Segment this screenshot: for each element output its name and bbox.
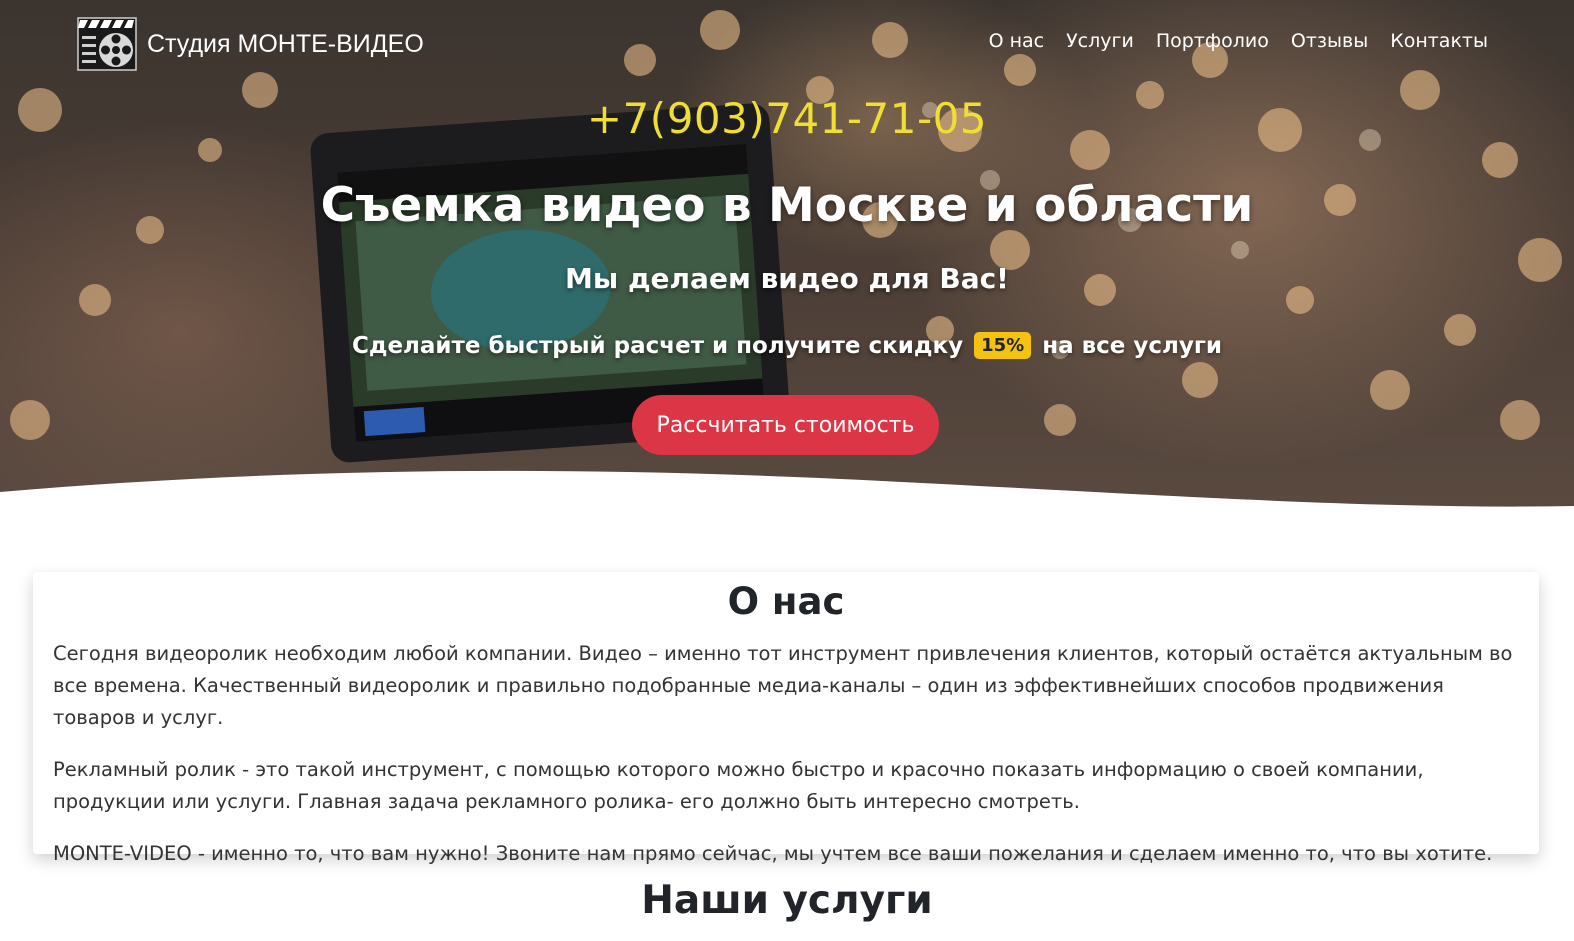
about-title: О нас bbox=[727, 580, 845, 623]
about-paragraph: Рекламный ролик - это такой инструмент, … bbox=[53, 758, 1424, 813]
main-nav: О нас Услуги Портфолио Отзывы Контакты bbox=[989, 30, 1488, 52]
nav-link-portfolio[interactable]: Портфолио bbox=[1156, 30, 1269, 52]
brand-name: Студия МОНТЕ-ВИДЕО bbox=[147, 29, 424, 58]
nav-link-about[interactable]: О нас bbox=[989, 30, 1045, 52]
about-section: О нас Сегодня видеоролик необходим любой… bbox=[33, 572, 1539, 865]
nav-link-contacts[interactable]: Контакты bbox=[1390, 30, 1488, 52]
nav-link-reviews[interactable]: Отзывы bbox=[1291, 30, 1368, 52]
hero-title: Съемка видео в Москве и области bbox=[320, 178, 1254, 233]
about-paragraph: MONTE-VIDEO - именно то, что вам нужно! … bbox=[53, 842, 1493, 865]
hero-subtitle: Мы делаем видео для Вас! bbox=[565, 262, 1009, 295]
phone-number[interactable]: +7(903)741-71-05 bbox=[0, 94, 1574, 143]
discount-offer: Сделайте быстрый расчет и получите скидк… bbox=[0, 332, 1574, 359]
hero-section: Студия МОНТЕ-ВИДЕО О нас Услуги Портфоли… bbox=[0, 0, 1574, 520]
hero-wave-divider bbox=[0, 470, 1574, 520]
brand[interactable]: Студия МОНТЕ-ВИДЕО bbox=[76, 16, 424, 72]
film-reel-clapperboard-icon bbox=[77, 17, 137, 71]
about-paragraph: Сегодня видеоролик необходим любой компа… bbox=[53, 642, 1513, 729]
nav-link-services[interactable]: Услуги bbox=[1066, 30, 1134, 52]
discount-badge: 15% bbox=[974, 332, 1032, 359]
offer-text-before: Сделайте быстрый расчет и получите скидк… bbox=[352, 333, 964, 359]
services-title: Наши услуги bbox=[641, 878, 933, 923]
offer-text-after: на все услуги bbox=[1042, 333, 1222, 359]
